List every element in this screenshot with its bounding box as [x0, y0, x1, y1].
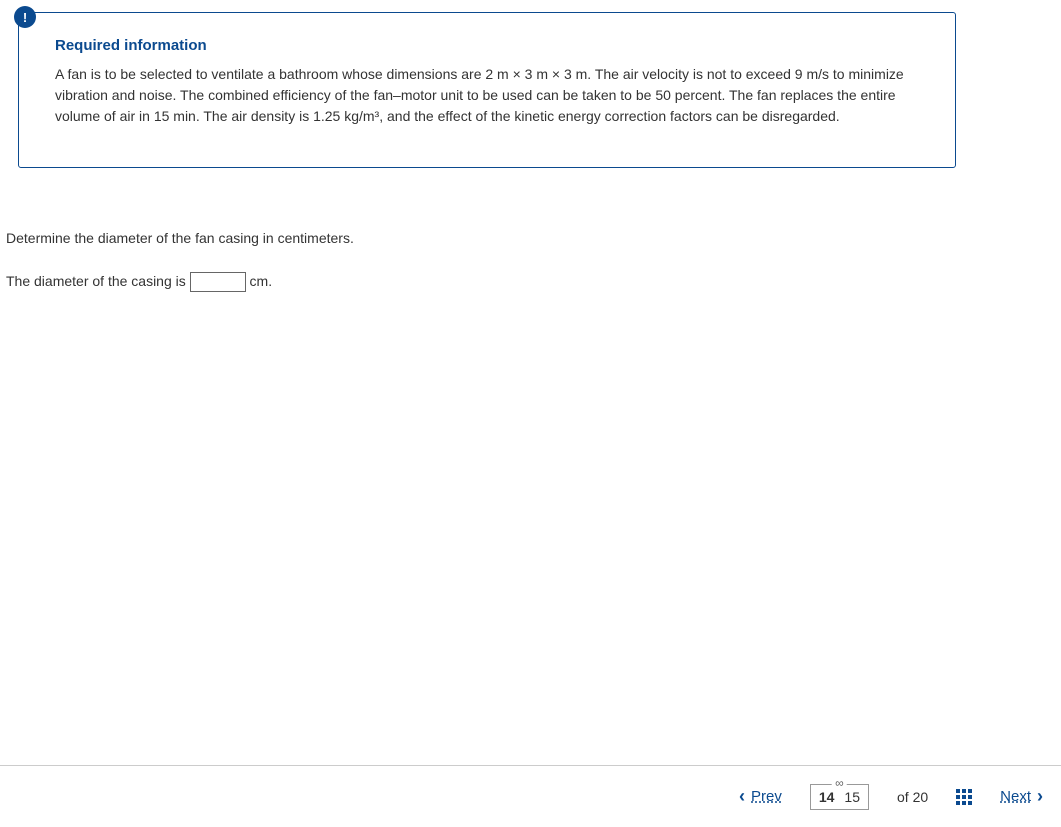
chevron-left-icon: ‹	[739, 786, 745, 807]
chevron-right-icon: ›	[1037, 786, 1043, 807]
alert-symbol: !	[23, 10, 27, 25]
next-label: Next	[1000, 788, 1031, 805]
link-icon: ∞	[832, 776, 847, 790]
answer-prefix: The diameter of the casing is	[6, 273, 190, 289]
required-info-title: Required information	[55, 37, 919, 54]
page-indicator[interactable]: ∞ 14 15	[810, 784, 869, 810]
question-prompt: Determine the diameter of the fan casing…	[6, 228, 354, 249]
grid-icon[interactable]	[956, 789, 972, 805]
prev-button[interactable]: ‹ Prev	[739, 786, 782, 807]
page-current: 14	[819, 789, 835, 805]
total-pages: 20	[913, 789, 929, 805]
diameter-input[interactable]	[190, 272, 246, 292]
answer-line: The diameter of the casing is cm.	[6, 271, 354, 292]
prev-label: Prev	[751, 788, 782, 805]
required-info-body: A fan is to be selected to ventilate a b…	[55, 64, 919, 127]
navigation-bar: ‹ Prev ∞ 14 15 of 20 Next ›	[0, 765, 1061, 827]
question-area: Determine the diameter of the fan casing…	[6, 228, 354, 292]
alert-icon: !	[14, 6, 36, 28]
next-button[interactable]: Next ›	[1000, 786, 1043, 807]
of-label: of	[897, 789, 909, 805]
page-total: of 20	[897, 789, 928, 805]
answer-suffix: cm.	[246, 273, 272, 289]
page-secondary: 15	[844, 789, 860, 805]
required-info-box: Required information A fan is to be sele…	[18, 12, 956, 168]
